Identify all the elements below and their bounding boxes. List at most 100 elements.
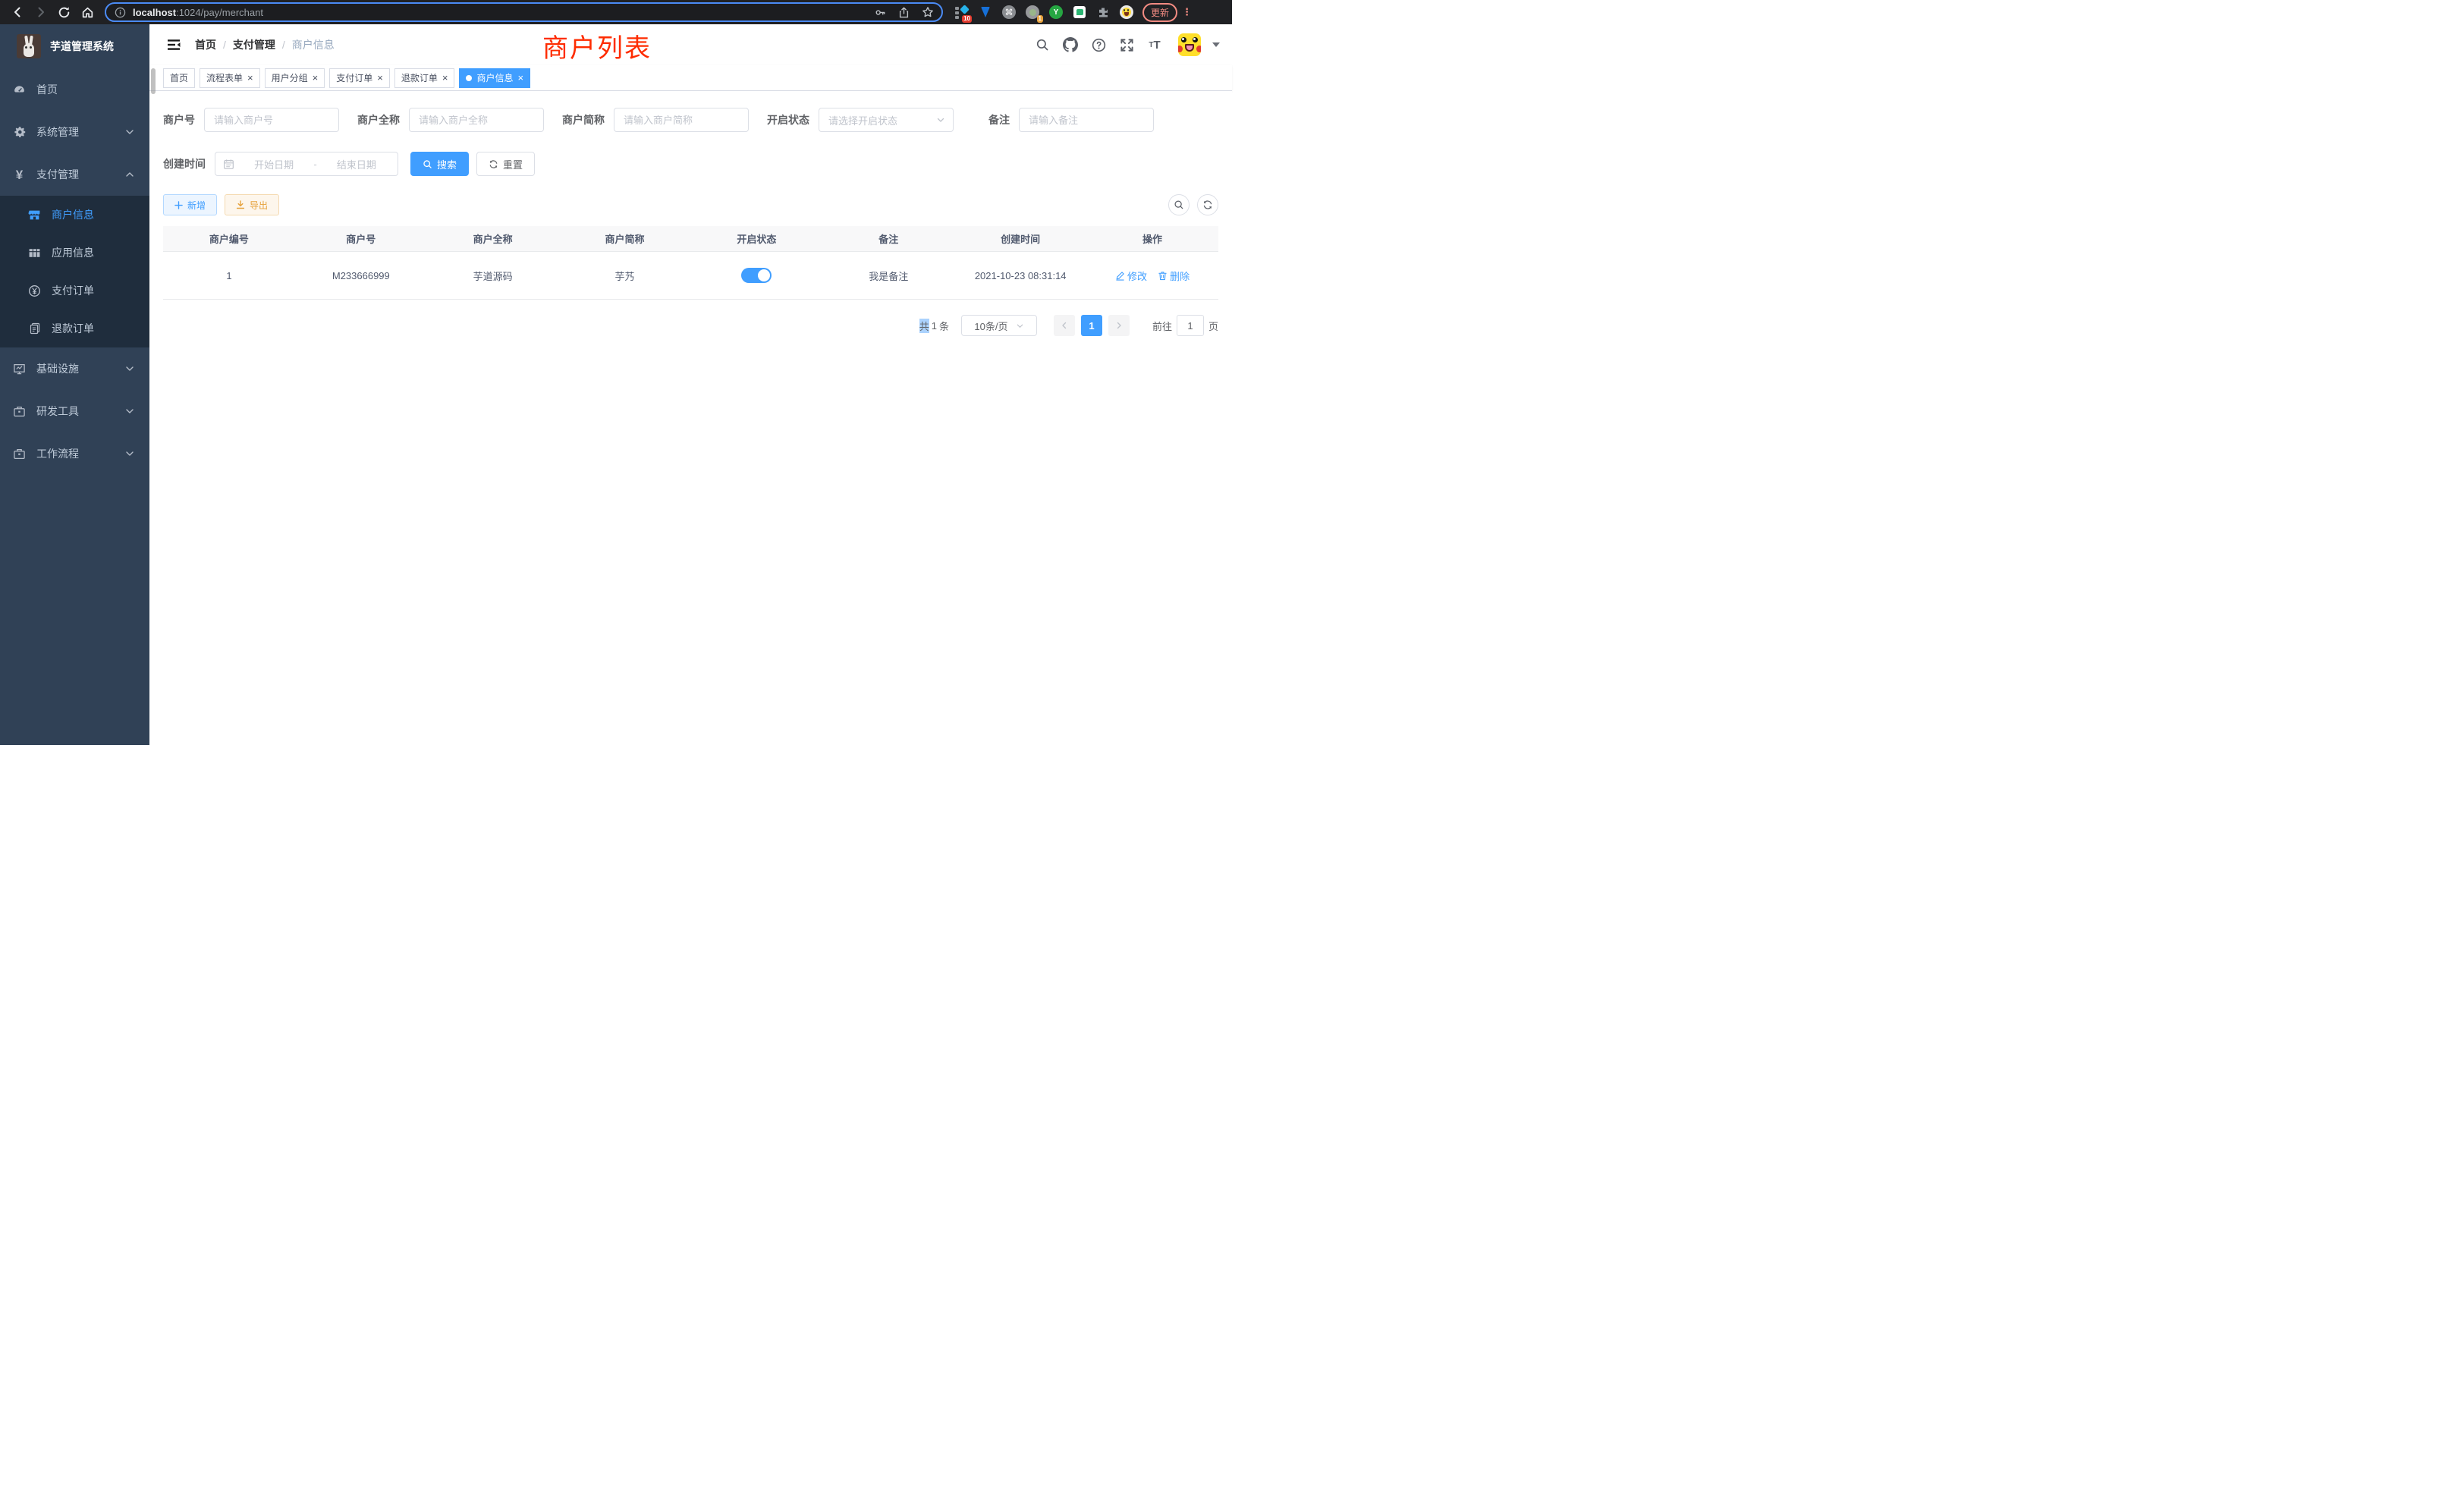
page-unit-label: 页 [1208, 319, 1218, 333]
sidebar-item-dev-tools[interactable]: 研发工具 [0, 390, 149, 432]
goto-page-input[interactable] [1177, 315, 1204, 336]
tab-merchant-info-active[interactable]: 商户信息 × [459, 68, 530, 88]
breadcrumb-home[interactable]: 首页 [195, 37, 216, 52]
chevron-down-icon [125, 127, 134, 137]
tab-label: 退款订单 [401, 71, 438, 84]
browser-home-button[interactable] [81, 6, 94, 19]
extension-pin-icon[interactable] [979, 5, 992, 19]
sidebar-logo-area[interactable]: 芋道管理系统 [0, 24, 149, 68]
bookmark-star-icon[interactable] [921, 6, 934, 19]
remark-input[interactable] [1019, 108, 1154, 132]
tab-home[interactable]: 首页 [163, 68, 195, 88]
user-avatar[interactable] [1178, 33, 1201, 56]
prev-page-button[interactable] [1054, 315, 1075, 336]
browser-back-button[interactable] [11, 6, 24, 19]
url-text: localhost:1024/pay/merchant [133, 7, 874, 18]
close-icon[interactable]: × [247, 73, 253, 83]
sidebar-item-refund-order[interactable]: 退款订单 [0, 310, 149, 347]
cell-short-name: 芋艿 [559, 252, 691, 299]
next-page-button[interactable] [1108, 315, 1130, 336]
close-icon[interactable]: × [517, 73, 523, 83]
show-search-toggle-button[interactable] [1168, 194, 1190, 215]
merchant-no-input[interactable] [204, 108, 339, 132]
password-key-icon[interactable] [874, 6, 887, 19]
search-button[interactable]: 搜索 [410, 152, 469, 176]
create-time-range-picker[interactable]: 开始日期 - 结束日期 [215, 152, 398, 176]
close-icon[interactable]: × [442, 73, 448, 83]
full-name-input[interactable] [409, 108, 544, 132]
chevron-down-icon [125, 449, 134, 458]
fullscreen-button[interactable] [1117, 36, 1136, 54]
sidebar-item-system[interactable]: 系统管理 [0, 111, 149, 153]
sidebar-item-app-info[interactable]: 应用信息 [0, 234, 149, 272]
tab-refund-order[interactable]: 退款订单 × [394, 68, 455, 88]
date-start-placeholder[interactable]: 开始日期 [240, 157, 307, 171]
header-search-button[interactable] [1033, 36, 1051, 54]
tab-label: 流程表单 [206, 71, 243, 84]
date-end-placeholder[interactable]: 结束日期 [323, 157, 390, 171]
tab-pay-order[interactable]: 支付订单 × [329, 68, 390, 88]
tab-process-form[interactable]: 流程表单 × [200, 68, 260, 88]
search-icon [1174, 200, 1184, 210]
refresh-icon [489, 159, 498, 169]
calendar-icon [223, 159, 234, 170]
sidebar-item-label: 工作流程 [36, 446, 125, 461]
app-logo-rabbit-avatar [17, 34, 41, 58]
status-select[interactable]: 请选择开启状态 [819, 108, 954, 132]
page-size-select[interactable]: 10条/页 [961, 315, 1037, 336]
extension-recorder-icon[interactable]: 1 [1026, 5, 1039, 19]
extension-y-icon[interactable]: Y [1049, 5, 1063, 19]
sidebar-item-workflow[interactable]: 工作流程 [0, 432, 149, 475]
sidebar-scrollbar-thumb[interactable] [151, 68, 156, 94]
cell-merchant-no: M233666999 [295, 252, 427, 299]
sidebar-item-payment[interactable]: ¥ 支付管理 [0, 153, 149, 196]
short-name-input[interactable] [614, 108, 749, 132]
status-toggle-on[interactable] [741, 268, 772, 283]
delete-link[interactable]: 删除 [1158, 269, 1190, 283]
hamburger-icon[interactable] [166, 37, 181, 52]
extensions-puzzle-icon[interactable] [1096, 5, 1110, 19]
refresh-table-button[interactable] [1197, 194, 1218, 215]
site-info-icon[interactable] [114, 6, 126, 18]
extension-emoji-icon[interactable] [1120, 5, 1133, 19]
breadcrumb-current: 商户信息 [292, 37, 335, 52]
breadcrumb-payment[interactable]: 支付管理 [233, 37, 275, 52]
chrome-update-button[interactable]: 更新 [1142, 3, 1177, 22]
cell-operations: 修改 删除 [1086, 252, 1218, 299]
avatar-caret-down-icon[interactable] [1212, 42, 1220, 47]
extension-tabs-icon[interactable]: 10 [955, 5, 969, 19]
url-bar[interactable]: localhost:1024/pay/merchant [105, 2, 943, 22]
extension-chat-icon[interactable] [1073, 5, 1086, 19]
reset-button[interactable]: 重置 [476, 152, 535, 176]
share-icon[interactable] [897, 6, 910, 19]
sidebar: 芋道管理系统 首页 系统管理 ¥ 支付管理 商户信息 [0, 24, 149, 745]
chevron-down-icon [125, 364, 134, 373]
add-button[interactable]: 新增 [163, 194, 217, 215]
tab-user-group[interactable]: 用户分组 × [265, 68, 325, 88]
sidebar-item-pay-order[interactable]: 支付订单 [0, 272, 149, 310]
sidebar-item-home[interactable]: 首页 [0, 68, 149, 111]
sidebar-item-merchant-info[interactable]: 商户信息 [0, 196, 149, 234]
browser-reload-button[interactable] [58, 6, 71, 19]
browser-forward-button[interactable] [34, 6, 47, 19]
tab-label: 商户信息 [476, 71, 513, 84]
github-button[interactable] [1061, 36, 1080, 54]
chrome-menu-icon[interactable]: ⋮ [1182, 6, 1192, 18]
sidebar-item-label: 首页 [36, 82, 134, 97]
sidebar-item-infrastructure[interactable]: 基础设施 [0, 347, 149, 390]
page-number-button[interactable]: 1 [1081, 315, 1102, 336]
edit-pencil-icon [1115, 271, 1125, 281]
yen-icon: ¥ [13, 168, 26, 181]
extension-command-icon[interactable]: ⌘ [1002, 5, 1016, 19]
briefcase-icon [13, 448, 26, 461]
delete-link-label: 删除 [1170, 269, 1190, 283]
font-size-button[interactable]: TT [1146, 36, 1164, 54]
help-button[interactable] [1089, 36, 1108, 54]
close-icon[interactable]: × [377, 73, 383, 83]
tags-view-bar: 首页 流程表单 × 用户分组 × 支付订单 × 退款订单 × 商户信息 × [149, 65, 1232, 91]
document-icon [28, 322, 41, 335]
column-header: 创建时间 [954, 226, 1086, 251]
close-icon[interactable]: × [313, 73, 319, 83]
edit-link[interactable]: 修改 [1115, 269, 1147, 283]
export-button[interactable]: 导出 [225, 194, 279, 215]
